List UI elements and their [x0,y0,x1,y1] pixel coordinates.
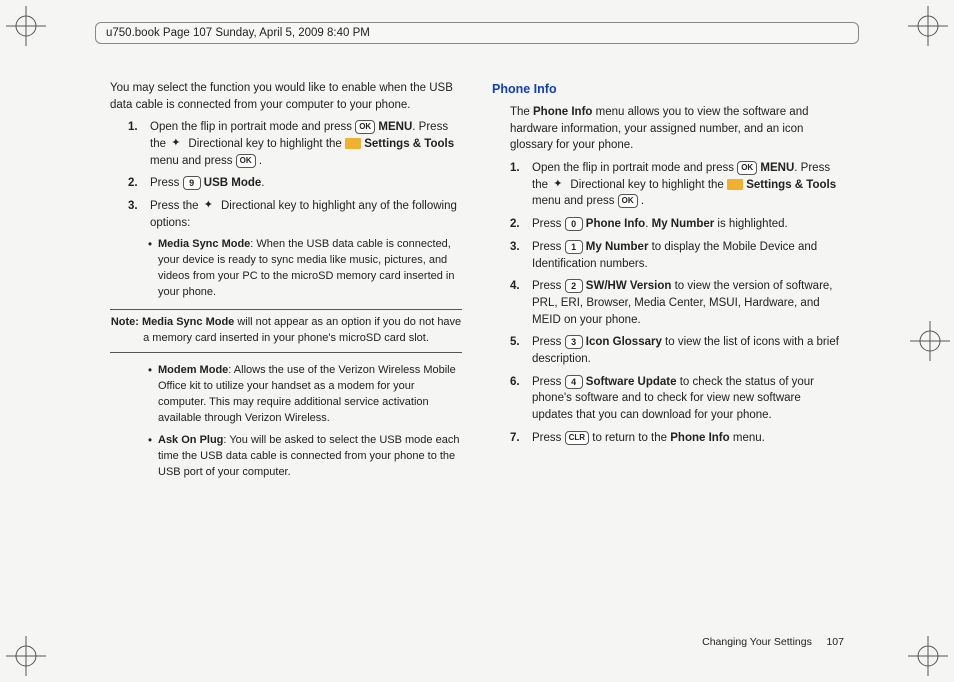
step-6: 6. Press 4 Software Update to check the … [492,374,844,424]
ok-key-icon: OK [737,161,757,175]
ok-key-icon: OK [355,120,375,134]
directional-key-icon [551,179,567,191]
step-1: 1. Open the flip in portrait mode and pr… [110,119,462,169]
page-header-bar: u750.book Page 107 Sunday, April 5, 2009… [95,22,859,44]
right-column: Phone Info The Phone Info menu allows yo… [492,80,844,622]
step-number: 5. [510,334,532,367]
step-body: Press 1 My Number to display the Mobile … [532,239,844,272]
step-body: Open the flip in portrait mode and press… [150,119,462,169]
crop-mark-br [908,636,948,676]
step-3: 3. Press the Directional key to highligh… [110,198,462,231]
step-number: 6. [510,374,532,424]
step-body: Press 9 USB Mode. [150,175,462,192]
bullet-media-sync: • Media Sync Mode: When the USB data cab… [110,237,462,301]
crop-mark-tl [6,6,46,46]
page-footer: Changing Your Settings 107 [702,636,844,648]
step-body: Press the Directional key to highlight a… [150,198,462,231]
settings-folder-icon [345,138,361,149]
section-title-phone-info: Phone Info [492,80,844,98]
note-block: Note: Media Sync Mode will not appear as… [110,309,462,353]
footer-section: Changing Your Settings [702,636,812,648]
step-body: Press 4 Software Update to check the sta… [532,374,844,424]
step-body: Open the flip in portrait mode and press… [532,160,844,210]
step-number: 1. [128,119,150,169]
step-body: Press 3 Icon Glossary to view the list o… [532,334,844,367]
left-column: You may select the function you would li… [110,80,462,622]
bullet-icon: • [148,363,158,427]
intro-text: You may select the function you would li… [110,80,462,113]
directional-key-icon [169,138,185,150]
step-2: 2. Press 9 USB Mode. [110,175,462,192]
crop-mark-bl [6,636,46,676]
key-1-icon: 1 [565,240,583,254]
footer-page-number: 107 [826,636,844,648]
ok-key-icon: OK [618,194,638,208]
step-number: 4. [510,278,532,328]
header-text: u750.book Page 107 Sunday, April 5, 2009… [106,27,370,39]
bullet-ask-on-plug: • Ask On Plug: You will be asked to sele… [110,433,462,481]
step-body: Press 0 Phone Info. My Number is highlig… [532,216,844,233]
key-3-icon: 3 [565,335,583,349]
content-area: You may select the function you would li… [110,80,844,622]
key-9-icon: 9 [183,176,201,190]
step-number: 3. [128,198,150,231]
step-body: Press 2 SW/HW Version to view the versio… [532,278,844,328]
bullet-icon: • [148,433,158,481]
step-4: 4. Press 2 SW/HW Version to view the ver… [492,278,844,328]
ok-key-icon: OK [236,154,256,168]
key-4-icon: 4 [565,375,583,389]
directional-key-icon [202,200,218,212]
step-number: 2. [510,216,532,233]
step-3: 3. Press 1 My Number to display the Mobi… [492,239,844,272]
step-5: 5. Press 3 Icon Glossary to view the lis… [492,334,844,367]
step-7: 7. Press CLR to return to the Phone Info… [492,430,844,447]
crop-mark-r [910,321,950,361]
step-number: 2. [128,175,150,192]
key-0-icon: 0 [565,217,583,231]
step-1: 1. Open the flip in portrait mode and pr… [492,160,844,210]
bullet-modem-mode: • Modem Mode: Allows the use of the Veri… [110,363,462,427]
step-number: 7. [510,430,532,447]
step-2: 2. Press 0 Phone Info. My Number is high… [492,216,844,233]
clr-key-icon: CLR [565,431,589,445]
phone-info-intro: The Phone Info menu allows you to view t… [492,104,844,154]
step-number: 1. [510,160,532,210]
step-number: 3. [510,239,532,272]
step-body: Press CLR to return to the Phone Info me… [532,430,844,447]
settings-folder-icon [727,179,743,190]
bullet-icon: • [148,237,158,301]
crop-mark-tr [908,6,948,46]
key-2-icon: 2 [565,279,583,293]
